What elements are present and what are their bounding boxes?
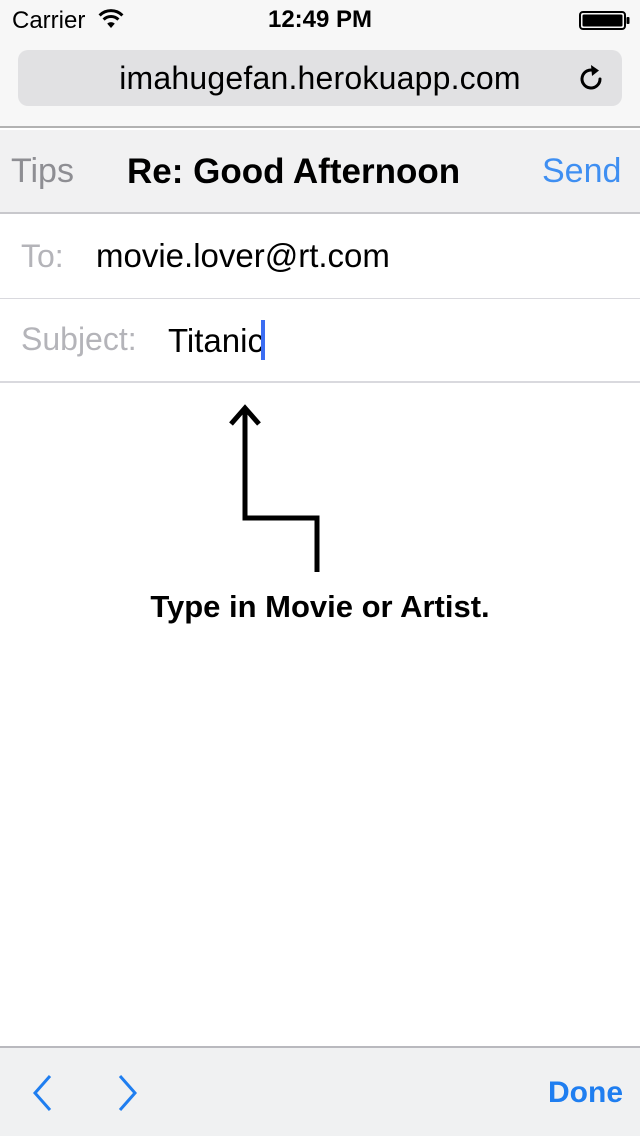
subject-label: Subject: [21, 321, 137, 357]
compose-title: Re: Good Afternoon [127, 152, 461, 191]
browser-chrome: Carrier 12:49 PM imahugefan.herokuapp.co… [0, 0, 640, 128]
subject-field[interactable]: Titanic [168, 320, 265, 360]
arrow-up-icon [229, 404, 320, 572]
hint-text: Type in Movie or Artist. [150, 589, 490, 624]
send-button[interactable]: Send [542, 152, 621, 191]
screen: Carrier 12:49 PM imahugefan.herokuapp.co… [0, 0, 640, 1136]
status-bar: Carrier 12:49 PM [0, 0, 640, 40]
subject-text: Titanic [168, 322, 264, 359]
to-field[interactable]: movie.lover@rt.com [96, 237, 390, 275]
chevron-right-icon[interactable] [112, 1072, 142, 1114]
text-cursor [260, 320, 265, 360]
url-text[interactable]: imahugefan.herokuapp.com [18, 60, 622, 97]
keyboard-accessory-bar: Done [0, 1046, 640, 1136]
to-row[interactable]: To: movie.lover@rt.com [0, 216, 640, 300]
reload-icon[interactable] [574, 62, 608, 96]
to-label: To: [21, 238, 64, 274]
done-button[interactable]: Done [548, 1076, 623, 1110]
battery-icon [579, 11, 630, 30]
compose-navbar: Tips Re: Good Afternoon Send [0, 130, 640, 214]
address-bar[interactable]: imahugefan.herokuapp.com [18, 50, 622, 106]
subject-row[interactable]: Subject: Titanic [0, 299, 640, 383]
tips-button[interactable]: Tips [11, 152, 74, 191]
chevron-left-icon[interactable] [28, 1072, 58, 1114]
clock: 12:49 PM [267, 6, 373, 33]
